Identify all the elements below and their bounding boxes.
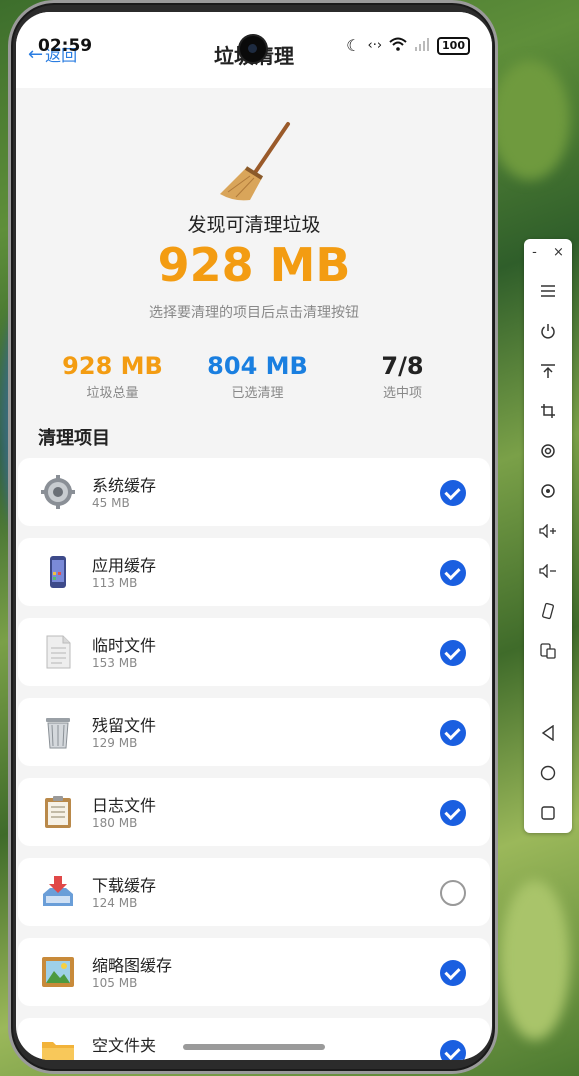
front-camera <box>240 36 266 62</box>
list-item[interactable]: 临时文件 153 MB <box>18 618 490 686</box>
copy-screen-icon[interactable] <box>534 637 562 665</box>
item-name: 缩略图缓存 <box>92 956 173 975</box>
hero-hint: 选择要清理的项目后点击清理按钮 <box>149 305 359 321</box>
folder-icon <box>42 1042 74 1060</box>
record-icon[interactable] <box>534 477 562 505</box>
section-title: 清理项目 <box>38 428 110 449</box>
item-name: 空文件夹 <box>92 1036 157 1055</box>
item-size: 129 MB <box>92 736 138 750</box>
list-item[interactable]: 日志文件 180 MB <box>18 778 490 846</box>
toolbar-window-controls: - × <box>524 245 572 260</box>
item-checkbox[interactable] <box>440 960 466 986</box>
trash-icon <box>46 718 70 749</box>
item-name: 系统缓存 <box>92 476 157 495</box>
item-checkbox[interactable] <box>440 560 466 586</box>
moon-icon: ☾ <box>346 36 361 55</box>
minimize-button[interactable]: - <box>532 245 537 260</box>
battery-indicator: 100 <box>437 36 470 55</box>
stat-label: 选中项 <box>382 386 422 401</box>
item-checkbox[interactable] <box>440 880 466 906</box>
clipboard-icon <box>45 796 71 828</box>
picture-icon <box>42 957 74 987</box>
rotate-icon[interactable] <box>534 437 562 465</box>
item-size: 113 MB <box>92 576 138 590</box>
list-item[interactable]: 空文件夹 <box>18 1018 490 1060</box>
item-name: 残留文件 <box>92 716 157 735</box>
stat-total: 928 MB 垃圾总量 <box>40 352 185 401</box>
item-name: 应用缓存 <box>92 556 157 575</box>
stats-row: 928 MB 垃圾总量 804 MB 已选清理 7/8 选中项 <box>16 352 492 401</box>
list-item[interactable]: 缩略图缓存 105 MB <box>18 938 490 1006</box>
stat-label: 垃圾总量 <box>86 386 139 401</box>
item-size: 105 MB <box>92 976 138 990</box>
stat-value: 804 MB <box>207 352 308 380</box>
list-item[interactable]: 应用缓存 113 MB <box>18 538 490 606</box>
home-indicator[interactable] <box>183 1044 325 1050</box>
list-item[interactable]: 下载缓存 124 MB <box>18 858 490 926</box>
gear-icon <box>41 475 75 509</box>
shake-icon[interactable] <box>534 597 562 625</box>
item-checkbox[interactable] <box>440 640 466 666</box>
download-tray-icon <box>43 876 73 906</box>
stat-items: 7/8 选中项 <box>330 352 475 401</box>
total-junk-size: 928 MB <box>157 238 351 292</box>
signal-icon <box>414 36 430 55</box>
item-checkbox[interactable] <box>440 480 466 506</box>
item-checkbox[interactable] <box>440 1040 466 1060</box>
item-size: 180 MB <box>92 816 138 830</box>
status-icons: ☾ ‹·› 100 <box>346 36 470 55</box>
item-name: 日志文件 <box>92 796 157 815</box>
stat-value: 7/8 <box>381 352 424 380</box>
power-icon[interactable] <box>534 317 562 345</box>
stat-selected: 804 MB 已选清理 <box>185 352 330 401</box>
recents-nav-icon[interactable] <box>534 799 562 827</box>
list-item[interactable]: 系统缓存 45 MB <box>18 458 490 526</box>
scan-summary: 发现可清理垃圾 928 MB 选择要清理的项目后点击清理按钮 <box>16 88 492 388</box>
item-checkbox[interactable] <box>440 800 466 826</box>
back-nav-icon[interactable] <box>534 719 562 747</box>
item-name: 临时文件 <box>92 636 157 655</box>
stat-value: 928 MB <box>62 352 163 380</box>
app-header: ← 返回 02:59 垃圾清理 ☾ ‹·› 100 <box>16 12 492 88</box>
item-size: 45 MB <box>92 496 130 510</box>
wifi-icon <box>389 36 407 55</box>
broom-icon <box>220 122 290 201</box>
stat-label: 已选清理 <box>231 386 284 401</box>
volume-up-icon[interactable] <box>534 517 562 545</box>
item-size: 153 MB <box>92 656 138 670</box>
menu-icon[interactable] <box>534 277 562 305</box>
item-name: 下载缓存 <box>92 876 157 895</box>
side-toolbar: - × <box>524 239 572 833</box>
home-nav-icon[interactable] <box>534 759 562 787</box>
list-item[interactable]: 残留文件 129 MB <box>18 698 490 766</box>
pin-top-icon[interactable] <box>534 357 562 385</box>
data-sync-icon: ‹·› <box>367 38 383 53</box>
phone-icon <box>50 556 66 588</box>
item-size: 124 MB <box>92 896 138 910</box>
item-checkbox[interactable] <box>440 720 466 746</box>
volume-down-icon[interactable] <box>534 557 562 585</box>
document-icon <box>46 635 71 669</box>
close-button[interactable]: × <box>553 245 564 260</box>
app-screen: ← 返回 02:59 垃圾清理 ☾ ‹·› 100 发现可清理垃圾 928 MB <box>16 12 492 1060</box>
crop-icon[interactable] <box>534 397 562 425</box>
hero-heading: 发现可清理垃圾 <box>187 214 321 236</box>
